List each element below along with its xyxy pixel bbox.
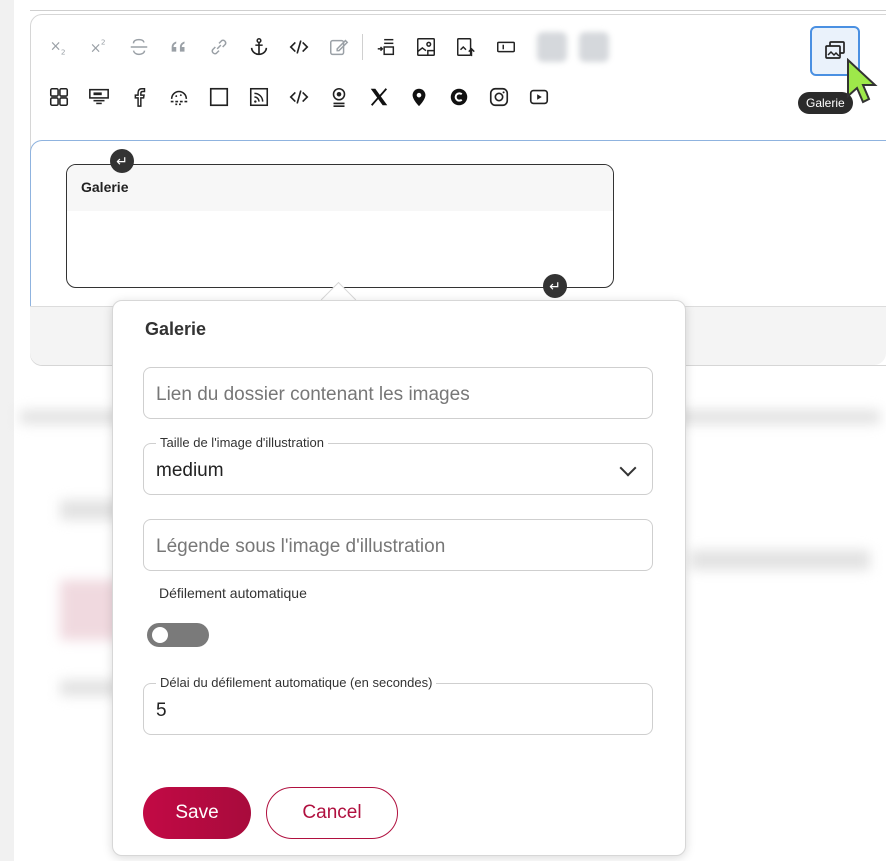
delay-label: Délai du défilement automatique (en seco… [156,675,437,690]
folder-link-placeholder: Lien du dossier contenant les images [156,384,470,405]
insert-after-handle-icon[interactable]: ↵ [543,274,567,298]
save-button[interactable]: Save [143,787,251,839]
blurred-background [60,580,120,640]
grid-icon[interactable] [42,80,76,114]
caption-input[interactable]: Légende sous l'image d'illustration [143,519,653,571]
anchor-icon[interactable] [242,30,276,64]
image-upload-icon[interactable] [449,30,483,64]
blurred-background [690,550,870,570]
toolbar-row-2 [42,80,562,114]
subscript-icon[interactable]: × 2 [42,30,76,64]
save-label: Save [175,802,219,823]
blurred-tool [537,32,567,62]
gallery-tooltip: Galerie [798,92,853,114]
link-icon[interactable] [202,30,236,64]
x-twitter-icon[interactable] [362,80,396,114]
location-pin-icon[interactable] [402,80,436,114]
autoplay-toggle[interactable] [147,623,209,647]
toggle-knob [152,627,168,643]
autoplay-label: Défilement automatique [159,585,307,601]
strikethrough-icon[interactable] [122,30,156,64]
divider [30,10,886,11]
superscript-icon[interactable]: × 2 [82,30,116,64]
delay-value: 5 [156,700,167,721]
blurred-tool [579,32,609,62]
gallery-icon [825,41,845,59]
embed-code-icon[interactable] [282,80,316,114]
input-field-icon[interactable] [489,30,523,64]
gallery-settings-popover: Galerie Lien du dossier contenant les im… [112,300,686,856]
gallery-block[interactable]: Galerie [66,164,614,288]
code-icon[interactable] [282,30,316,64]
svg-text:×: × [90,41,102,57]
image-size-value: medium [156,460,224,481]
indent-icon[interactable] [369,30,403,64]
insert-before-handle-icon[interactable]: ↵ [110,149,134,173]
quote-icon[interactable] [162,30,196,64]
image-size-select[interactable]: Taille de l'image d'illustration medium [143,435,653,495]
edit-icon[interactable] [322,30,356,64]
rss-icon[interactable] [242,80,276,114]
svg-text:×: × [50,39,62,55]
delay-input[interactable]: Délai du défilement automatique (en seco… [143,675,653,735]
gallery-block-title: Galerie [67,165,613,211]
cookie-icon[interactable] [162,80,196,114]
facebook-icon[interactable] [122,80,156,114]
chevron-down-icon [619,459,637,477]
podcast-icon[interactable] [322,80,356,114]
image-size-label: Taille de l'image d'illustration [156,435,328,450]
instagram-icon[interactable] [482,80,516,114]
blurred-background [60,680,120,696]
svg-text:2: 2 [61,47,66,56]
page-margin [0,0,14,861]
svg-text:2: 2 [101,37,106,46]
image-frame-icon[interactable] [409,30,443,64]
widget-icon[interactable] [82,80,116,114]
caption-placeholder: Légende sous l'image d'illustration [156,536,446,557]
copyright-icon[interactable] [442,80,476,114]
square-icon[interactable] [202,80,236,114]
youtube-icon[interactable] [522,80,556,114]
popover-title: Galerie [145,319,207,339]
mouse-cursor-icon [847,58,878,104]
toolbar-separator [362,34,363,60]
folder-link-input[interactable]: Lien du dossier contenant les images [143,367,653,419]
toolbar-row-1: × 2 × 2 [42,30,621,64]
cancel-button[interactable]: Cancel [266,787,398,839]
cancel-label: Cancel [302,802,362,823]
